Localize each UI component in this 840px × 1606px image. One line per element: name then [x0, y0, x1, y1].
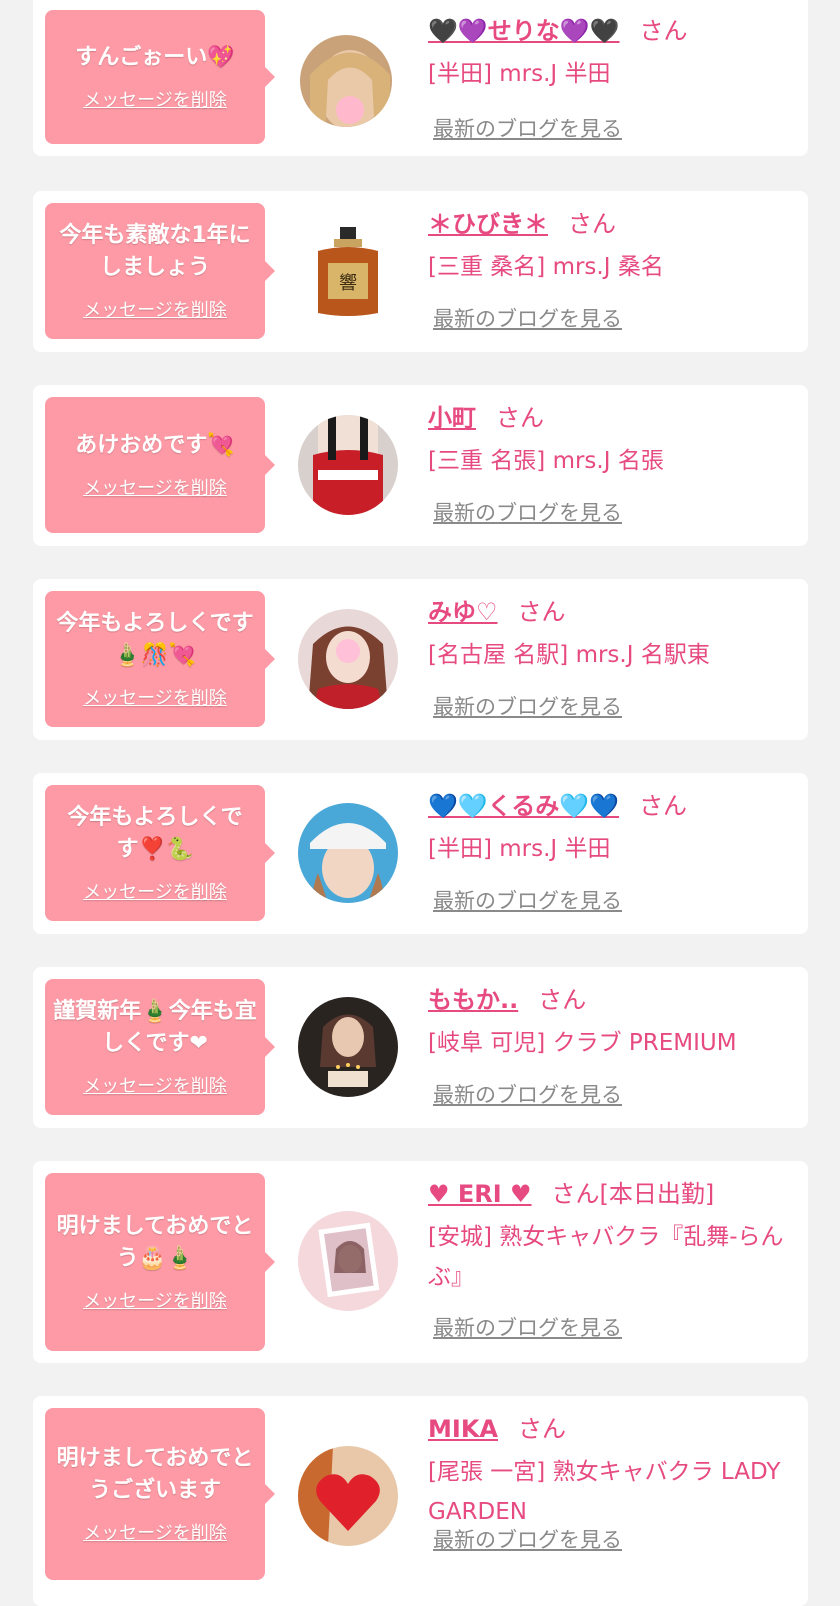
- message-list: すんごぉーい💖 メッセージを削除 🖤💜せりな💜🖤 さん [半田] mrs.J 半田…: [0, 0, 840, 1606]
- message-text: 明けましておめでとう🎂🎍: [56, 1214, 254, 1271]
- name-suffix: さん: [517, 598, 566, 626]
- view-blog-link[interactable]: 最新のブログを見る: [433, 1079, 622, 1109]
- avatar[interactable]: [298, 1446, 398, 1546]
- message-bubble: 明けましておめでとう🎂🎍 メッセージを削除: [45, 1173, 275, 1351]
- message-card: 今年もよろしくです🎍🎊💘 メッセージを削除 みゆ♡ さん [名古屋 名駅] mrs…: [33, 579, 808, 740]
- member-name-link[interactable]: 小町: [428, 404, 476, 432]
- name-suffix: さん[本日出勤]: [551, 1180, 715, 1208]
- woman-with-cake-icon: [298, 997, 398, 1097]
- delete-message-link[interactable]: メッセージを削除: [83, 684, 227, 710]
- delete-message-link[interactable]: メッセージを削除: [83, 296, 227, 322]
- message-bubble: あけおめです💘 メッセージを削除: [45, 397, 275, 533]
- shop-info: [安城] 熟女キャバクラ『乱舞-らんぶ』: [428, 1224, 784, 1290]
- message-card: 今年も素敵な1年にしましょう メッセージを削除 響 ＊ひびき＊ さん [三重 桑名…: [33, 191, 808, 352]
- delete-message-link[interactable]: メッセージを削除: [83, 86, 227, 112]
- message-bubble: 謹賀新年🎍今年も宜しくです❤ メッセージを削除: [45, 979, 275, 1115]
- name-suffix: さん: [639, 17, 688, 45]
- message-bubble: すんごぉーい💖 メッセージを削除: [45, 10, 275, 144]
- shop-info: [岐阜 可児] クラブ PREMIUM: [428, 1030, 737, 1056]
- member-name-link[interactable]: みゆ♡: [428, 598, 498, 626]
- message-text: 明けましておめでとうございます: [56, 1446, 254, 1503]
- name-suffix: さん: [639, 792, 688, 820]
- shop-info: [名古屋 名駅] mrs.J 名駅東: [428, 642, 710, 668]
- name-suffix: さん: [538, 986, 587, 1014]
- shop-info: [半田] mrs.J 半田: [428, 836, 611, 862]
- whisky-bottle-icon: 響: [318, 227, 378, 316]
- message-text: 今年もよろしくです🎍🎊💘: [56, 611, 254, 668]
- avatar[interactable]: [298, 997, 398, 1097]
- shop-info: [半田] mrs.J 半田: [428, 61, 611, 87]
- message-text: あけおめです💘: [75, 433, 235, 458]
- view-blog-link[interactable]: 最新のブログを見る: [433, 885, 622, 915]
- view-blog-link[interactable]: 最新のブログを見る: [433, 497, 622, 527]
- delete-message-link[interactable]: メッセージを削除: [83, 1072, 227, 1098]
- avatar[interactable]: [298, 803, 398, 903]
- heart-covered-face-icon: [298, 1446, 398, 1546]
- name-suffix: さん: [496, 404, 544, 432]
- message-card: 今年もよろしくです❣️🐍 メッセージを削除 💙🩵くるみ🩵💙 さん [半田] mrs…: [33, 773, 808, 934]
- shop-info: [尾張 一宮] 熟女キャバクラ LADY GARDEN: [428, 1459, 781, 1525]
- woman-portrait-icon: [300, 35, 392, 127]
- member-name-link[interactable]: 🖤💜せりな💜🖤: [428, 17, 620, 45]
- view-blog-link[interactable]: 最新のブログを見る: [433, 113, 622, 143]
- message-card: 明けましておめでとう🎂🎍 メッセージを削除 ♥ ERI ♥ さん[本日出勤] [安…: [33, 1161, 808, 1363]
- message-card: あけおめです💘 メッセージを削除 小町 さん [三重 名張] mrs.J 名張 最…: [33, 385, 808, 546]
- message-card: すんごぉーい💖 メッセージを削除 🖤💜せりな💜🖤 さん [半田] mrs.J 半田…: [33, 0, 808, 156]
- member-name-link[interactable]: MIKA: [428, 1415, 498, 1443]
- message-bubble: 今年も素敵な1年にしましょう メッセージを削除: [45, 203, 275, 339]
- avatar[interactable]: 響: [298, 221, 398, 321]
- message-bubble: 今年もよろしくです❣️🐍 メッセージを削除: [45, 785, 275, 921]
- view-blog-link[interactable]: 最新のブログを見る: [433, 691, 622, 721]
- message-text: 今年も素敵な1年にしましょう: [59, 223, 251, 280]
- shop-info: [三重 名張] mrs.J 名張: [428, 448, 664, 474]
- member-name-link[interactable]: ♥ ERI ♥: [428, 1180, 532, 1208]
- message-text: 謹賀新年🎍今年も宜しくです❤: [53, 999, 257, 1056]
- woman-portrait-icon: [298, 609, 398, 709]
- view-blog-link[interactable]: 最新のブログを見る: [433, 303, 622, 333]
- avatar[interactable]: [298, 1211, 398, 1311]
- delete-message-link[interactable]: メッセージを削除: [83, 878, 227, 904]
- member-name-link[interactable]: ＊ひびき＊: [428, 210, 548, 238]
- delete-message-link[interactable]: メッセージを削除: [83, 1287, 227, 1313]
- message-bubble: 明けましておめでとうございます メッセージを削除: [45, 1408, 275, 1580]
- avatar[interactable]: [298, 415, 398, 515]
- woman-with-cap-icon: [298, 803, 398, 903]
- delete-message-link[interactable]: メッセージを削除: [83, 474, 227, 500]
- woman-santa-outfit-icon: [298, 415, 398, 515]
- view-blog-link[interactable]: 最新のブログを見る: [433, 1312, 622, 1342]
- woman-photo-frame-icon: [298, 1211, 398, 1311]
- message-text: すんごぉーい💖: [75, 45, 235, 70]
- delete-message-link[interactable]: メッセージを削除: [83, 1519, 227, 1545]
- message-card: 明けましておめでとうございます メッセージを削除 MIKA さん [尾張 一宮] …: [33, 1396, 808, 1606]
- message-text: 今年もよろしくです❣️🐍: [67, 805, 243, 862]
- shop-info: [三重 桑名] mrs.J 桑名: [428, 254, 664, 280]
- view-blog-link[interactable]: 最新のブログを見る: [433, 1524, 622, 1554]
- avatar[interactable]: [298, 609, 398, 709]
- message-bubble: 今年もよろしくです🎍🎊💘 メッセージを削除: [45, 591, 275, 727]
- avatar[interactable]: [300, 35, 392, 127]
- name-suffix: さん: [517, 1415, 566, 1443]
- member-name-link[interactable]: ももか..: [428, 986, 518, 1014]
- message-card: 謹賀新年🎍今年も宜しくです❤ メッセージを削除 ももか.. さん [岐阜 可児] …: [33, 967, 808, 1128]
- name-suffix: さん: [568, 210, 616, 238]
- member-name-link[interactable]: 💙🩵くるみ🩵💙: [428, 792, 619, 820]
- svg-text:響: 響: [339, 273, 357, 294]
